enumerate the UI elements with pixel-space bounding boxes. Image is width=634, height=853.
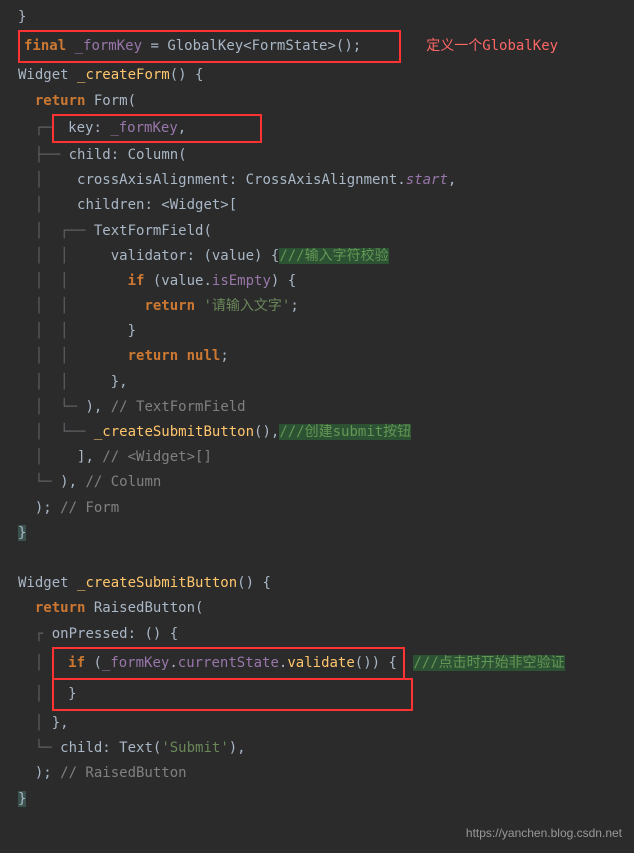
code-line: } <box>0 787 634 812</box>
code-line: │ │ if (value.isEmpty) { <box>0 269 634 294</box>
code-line: │ │ } <box>0 319 634 344</box>
code-line: ┌ onPressed: () { <box>0 622 634 647</box>
code-line: │ │ return '请输入文字'; <box>0 294 634 319</box>
code-line <box>0 546 634 571</box>
code-line: } <box>0 5 634 30</box>
code-line: ┌─ key: _formKey, <box>0 114 634 143</box>
comment-annotation: ///输入字符校验 <box>279 248 388 264</box>
code-line: return Form( <box>0 89 634 114</box>
code-line: } <box>0 521 634 546</box>
code-line: │ │ validator: (value) {///输入字符校验 <box>0 244 634 269</box>
code-line: │ crossAxisAlignment: CrossAxisAlignment… <box>0 168 634 193</box>
code-line: final _formKey = GlobalKey<FormState>();… <box>0 30 634 63</box>
code-line: │ ], // <Widget>[] <box>0 445 634 470</box>
code-line: │ │ }, <box>0 370 634 395</box>
code-line: │ }, <box>0 711 634 736</box>
code-line: │ └─ ), // TextFormField <box>0 395 634 420</box>
code-line: └─ child: Text('Submit'), <box>0 736 634 761</box>
annotation-text: 定义一个GlobalKey <box>426 38 558 54</box>
code-line: │ │ return null; <box>0 344 634 369</box>
code-line: │ ┌── TextFormField( <box>0 219 634 244</box>
code-line: Widget _createSubmitButton() { <box>0 571 634 596</box>
code-line: │ if (_formKey.currentState.validate()) … <box>0 647 634 680</box>
code-line: ├── child: Column( <box>0 143 634 168</box>
code-editor[interactable]: } final _formKey = GlobalKey<FormState>(… <box>0 5 634 812</box>
code-line: ); // RaisedButton <box>0 761 634 786</box>
comment-annotation: ///点击时开始非空验证 <box>413 655 564 671</box>
code-line: │ └── _createSubmitButton(),///创建submit按… <box>0 420 634 445</box>
code-line: Widget _createForm() { <box>0 63 634 88</box>
comment-annotation: ///创建submit按钮 <box>279 424 411 440</box>
code-line: └─ ), // Column <box>0 470 634 495</box>
watermark-text: https://yanchen.blog.csdn.net <box>466 823 622 845</box>
code-line: │ } <box>0 680 634 711</box>
code-line: ); // Form <box>0 496 634 521</box>
code-line: │ children: <Widget>[ <box>0 193 634 218</box>
code-line: return RaisedButton( <box>0 596 634 621</box>
